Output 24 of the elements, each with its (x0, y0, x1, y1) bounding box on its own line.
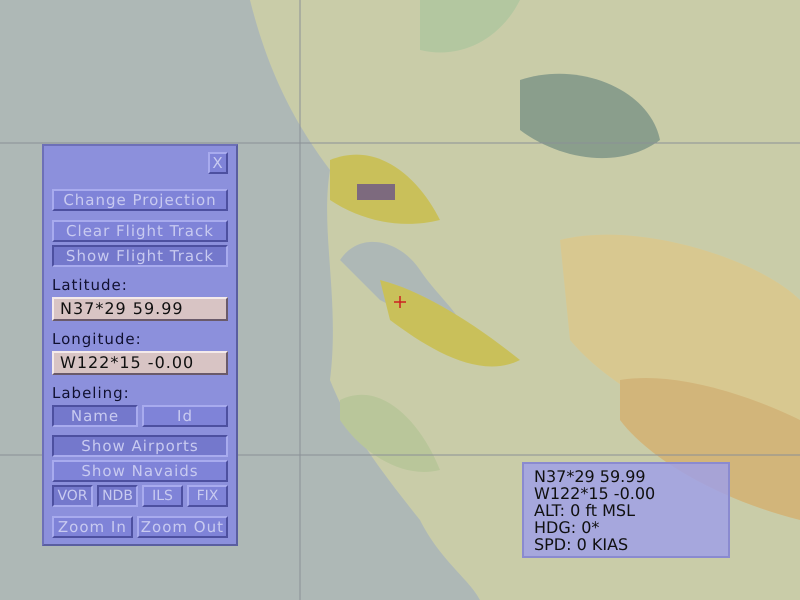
readout-line: ALT: 0 ft MSL (534, 502, 636, 519)
labeling-button[interactable]: Name (52, 404, 138, 427)
toggle-button[interactable]: Show Navaids (52, 460, 228, 482)
zoom-button[interactable]: Zoom Out (136, 516, 228, 538)
zoom-button[interactable]: Zoom In (52, 516, 133, 538)
field-label: Longitude: (52, 330, 143, 348)
toggle-button[interactable]: Show Airports (52, 435, 228, 458)
longitude-field[interactable]: W122*15 -0.00 (52, 350, 228, 375)
close-button[interactable]: X (208, 152, 228, 174)
panel-button[interactable]: Change Projection (52, 189, 228, 211)
navaid-toggle[interactable]: ILS (142, 485, 183, 508)
readout-line: W122*15 -0.00 (534, 485, 656, 502)
navaid-toggle[interactable]: NDB (97, 485, 138, 508)
field-label: Latitude: (52, 276, 129, 294)
readout-line: SPD: 0 KIAS (534, 536, 630, 553)
navaid-toggle[interactable]: VOR (52, 485, 93, 508)
panel-button[interactable]: Clear Flight Track (52, 220, 228, 242)
readout-line: HDG: 0* (534, 519, 600, 536)
labeling-button[interactable]: Id (142, 404, 228, 427)
field-label: Labeling: (52, 384, 131, 402)
panel-button[interactable]: Show Flight Track (52, 244, 228, 267)
navaid-toggle[interactable]: FIX (187, 485, 228, 508)
readout-line: N37*29 59.99 (534, 468, 647, 485)
latitude-field[interactable]: N37*29 59.99 (52, 296, 228, 321)
